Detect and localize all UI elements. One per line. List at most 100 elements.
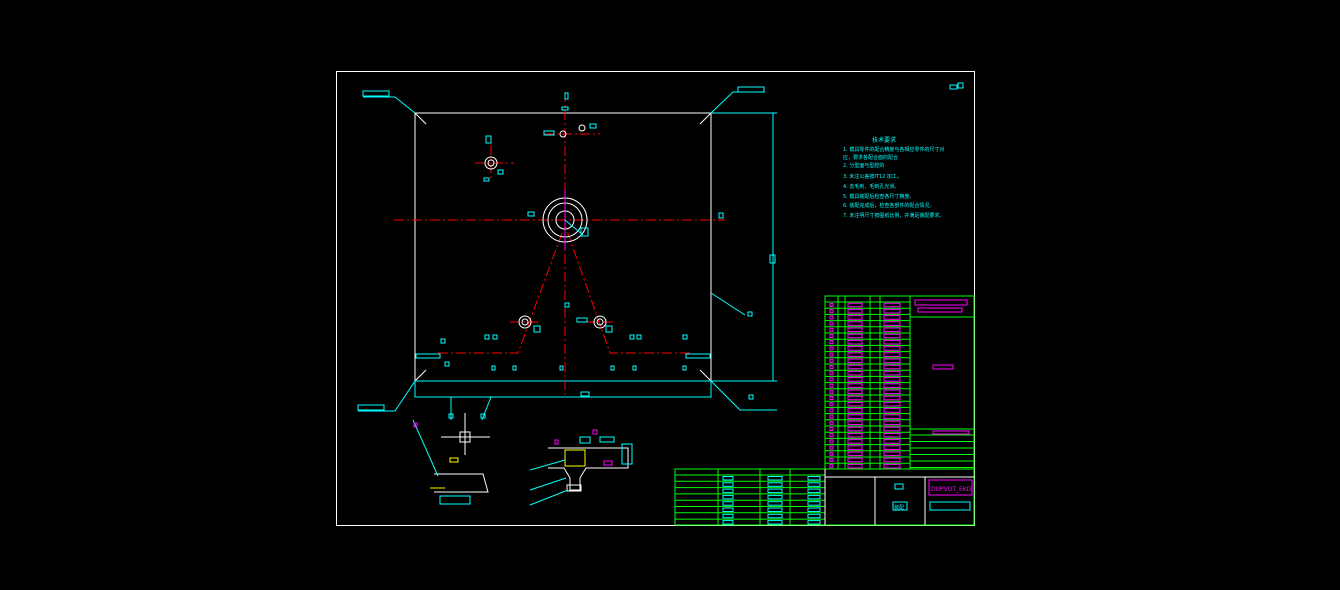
bom-cell-mark — [829, 408, 834, 413]
bom-cell-mark — [847, 389, 863, 395]
title-block-cell-mark — [767, 520, 783, 525]
dimension-marks — [415, 82, 964, 397]
bom-cell-mark — [829, 377, 834, 382]
bom-cell-mark — [847, 463, 863, 469]
bom-cell-mark — [847, 439, 863, 444]
bom-cell-mark — [883, 389, 901, 395]
bom-cell-mark — [829, 420, 834, 425]
title-block-cell-mark — [767, 482, 783, 487]
bom-cell-mark — [829, 346, 834, 351]
bom-cell-mark — [883, 364, 901, 370]
tech-note-8: 7. 未注明尺寸按图纸比例，并满足装配要求。 — [843, 212, 944, 219]
bom-cell-mark — [829, 445, 834, 450]
bom-cell-mark — [883, 426, 901, 432]
bom-cell-mark — [829, 303, 834, 307]
bom-cell-mark — [883, 377, 901, 382]
bom-cell-mark — [883, 321, 901, 326]
bom-cell-mark — [847, 327, 863, 333]
leader-callouts — [357, 86, 777, 421]
bom-cell-mark — [847, 333, 863, 339]
bom-cell-mark — [829, 327, 834, 332]
title-block-cell-mark — [767, 513, 783, 519]
bom-cell-mark — [829, 321, 834, 326]
bom-cell-mark — [847, 401, 863, 407]
bom-cell-mark — [883, 395, 901, 401]
bom-cell-mark — [847, 408, 863, 413]
bom-cell-mark — [829, 439, 834, 444]
tech-note-2: 应，要求各配合面的配合 — [843, 154, 898, 161]
bom-cell-mark — [847, 395, 863, 401]
bom-cell-mark — [883, 420, 901, 426]
bom-cell-mark — [847, 445, 863, 450]
main-plate — [414, 112, 712, 398]
bom-cell-mark — [829, 383, 834, 388]
bom-cell-mark — [847, 451, 863, 457]
bom-cell-mark — [847, 377, 863, 382]
bom-cell-mark — [847, 315, 863, 320]
title-block-cell-mark — [767, 476, 783, 481]
bom-cell-mark — [847, 346, 863, 351]
bom-cell-mark — [829, 396, 834, 400]
bom-cell-mark — [829, 371, 834, 376]
bom-cell-mark — [932, 430, 970, 435]
bom-header-mark — [914, 299, 968, 306]
bom-cell-mark — [883, 445, 901, 450]
bom-cell-mark — [847, 426, 863, 432]
title-label: 装配 — [894, 504, 904, 511]
bom-cell-mark — [829, 433, 834, 438]
bom-cell-mark — [829, 389, 834, 394]
bom-cell-mark — [883, 439, 901, 444]
bom-cell-mark — [829, 334, 834, 338]
title-block-cell-mark — [722, 507, 734, 512]
title-block-cell-mark — [767, 488, 783, 494]
bom-cell-mark — [847, 414, 863, 419]
title-block-cell-mark — [722, 513, 734, 519]
bom-cell-mark — [847, 364, 863, 370]
title-block-cell-mark — [807, 488, 821, 494]
title-block-cell-mark — [767, 507, 783, 512]
title-block-cell-mark — [807, 513, 821, 519]
title-block-cell-mark — [722, 488, 734, 494]
bom-cell-mark — [829, 309, 834, 314]
bom-cell-mark — [883, 401, 901, 407]
tech-title: 技术要求 — [872, 136, 896, 144]
bom-cell-mark — [829, 402, 834, 407]
bom-cell-mark — [829, 315, 834, 320]
tech-requirements: 技术要求 1. 模具零件的配合精度与各相应零件的尺寸对 应，要求各配合面的配合 … — [843, 136, 944, 219]
bom-cell-mark — [883, 352, 901, 357]
bom-cell-mark — [883, 327, 901, 333]
bom-cell-mark — [883, 408, 901, 413]
tech-note-1: 1. 模具零件的配合精度与各相应零件的尺寸对 — [843, 146, 944, 153]
cad-viewport[interactable]: 技术要求 1. 模具零件的配合精度与各相应零件的尺寸对 应，要求各配合面的配合 … — [0, 0, 1340, 590]
title-block-cell-mark — [722, 476, 734, 481]
title-block-cell-mark — [807, 494, 821, 500]
bom-cell-mark — [883, 383, 901, 388]
bom-cell-mark — [847, 370, 863, 376]
tech-note-4: 3. 未注公差按IT12 加工。 — [843, 173, 902, 180]
bom-header-mark — [917, 307, 963, 313]
title-block-cell-mark — [807, 482, 821, 487]
bom-cell-mark — [883, 457, 901, 463]
holes — [484, 124, 607, 329]
title-block-cell-mark — [722, 501, 734, 506]
detail-view-b — [529, 429, 633, 506]
tech-note-7: 6. 装配完成后，检查各部件的配合情况。 — [843, 202, 934, 209]
title-block: DUPVOT_EKD 装配 — [674, 468, 975, 526]
bom-cell-mark — [883, 346, 901, 351]
bom-cell-mark — [847, 339, 863, 345]
title-block-cell-mark — [722, 520, 734, 525]
bom-cell-mark — [829, 427, 834, 431]
tech-note-5: 4. 去毛刺、毛刺孔光滑。 — [843, 183, 899, 190]
bom-cell-mark — [883, 414, 901, 419]
bom-cell-mark — [883, 358, 901, 364]
bom-cell-mark — [829, 365, 834, 369]
title-block-cell-mark — [807, 476, 821, 481]
bom-cell-mark — [829, 352, 834, 357]
bom-cell-mark — [847, 383, 863, 388]
bom-cell-mark — [829, 451, 834, 456]
title-block-cell-mark — [807, 501, 821, 506]
tech-note-3: 2. 分型面与型腔的 — [843, 162, 884, 169]
bom-cell-mark — [932, 364, 954, 370]
bom-cell-mark — [847, 308, 863, 314]
bom-cell-mark — [883, 432, 901, 438]
